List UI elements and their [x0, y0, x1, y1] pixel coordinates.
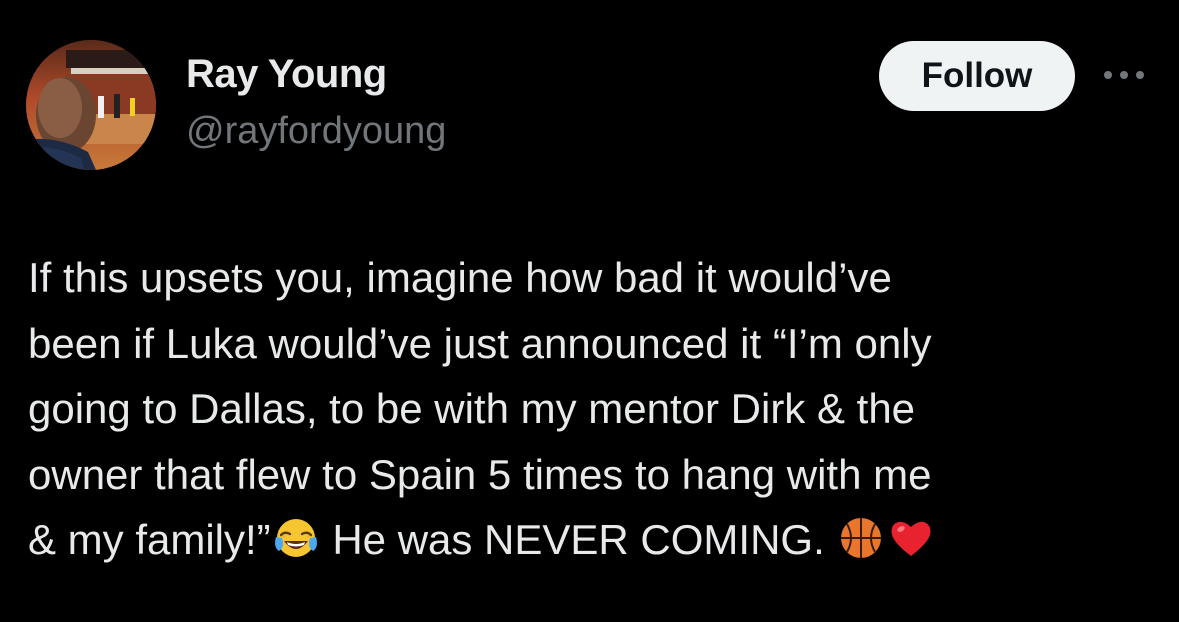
author-display-name[interactable]: Ray Young [186, 52, 387, 97]
more-options-button[interactable] [1098, 58, 1150, 92]
tweet-line-last-part2: He was NEVER COMING. [320, 516, 837, 563]
avatar[interactable] [26, 40, 156, 170]
tears-of-joy-emoji [273, 515, 319, 561]
tweet-line: If this upsets you, imagine how bad it w… [28, 254, 892, 301]
follow-button-label: Follow [921, 56, 1033, 95]
author-handle[interactable]: @rayfordyoung [186, 110, 446, 153]
tweet-line: owner that flew to Spain 5 times to hang… [28, 450, 932, 498]
tweet-line: been if Luka would’ve just announced it … [28, 319, 932, 367]
more-horizontal-icon [1104, 71, 1144, 79]
tweet-line: going to Dallas, to be with my mentor Di… [28, 385, 916, 432]
red-heart-emoji [888, 515, 934, 561]
tweet-text: If this upsets you, imagine how bad it w… [28, 245, 1168, 573]
avatar-photo [26, 40, 156, 170]
basketball-emoji [838, 515, 884, 561]
follow-button[interactable]: Follow [879, 41, 1075, 111]
tweet-card: Ray Young @rayfordyoung Follow If this u… [0, 0, 1179, 622]
tweet-line-last: & my family!” He was NEVER COMING. [28, 507, 1168, 573]
tweet-line-last-part1: & my family!” [28, 516, 271, 563]
